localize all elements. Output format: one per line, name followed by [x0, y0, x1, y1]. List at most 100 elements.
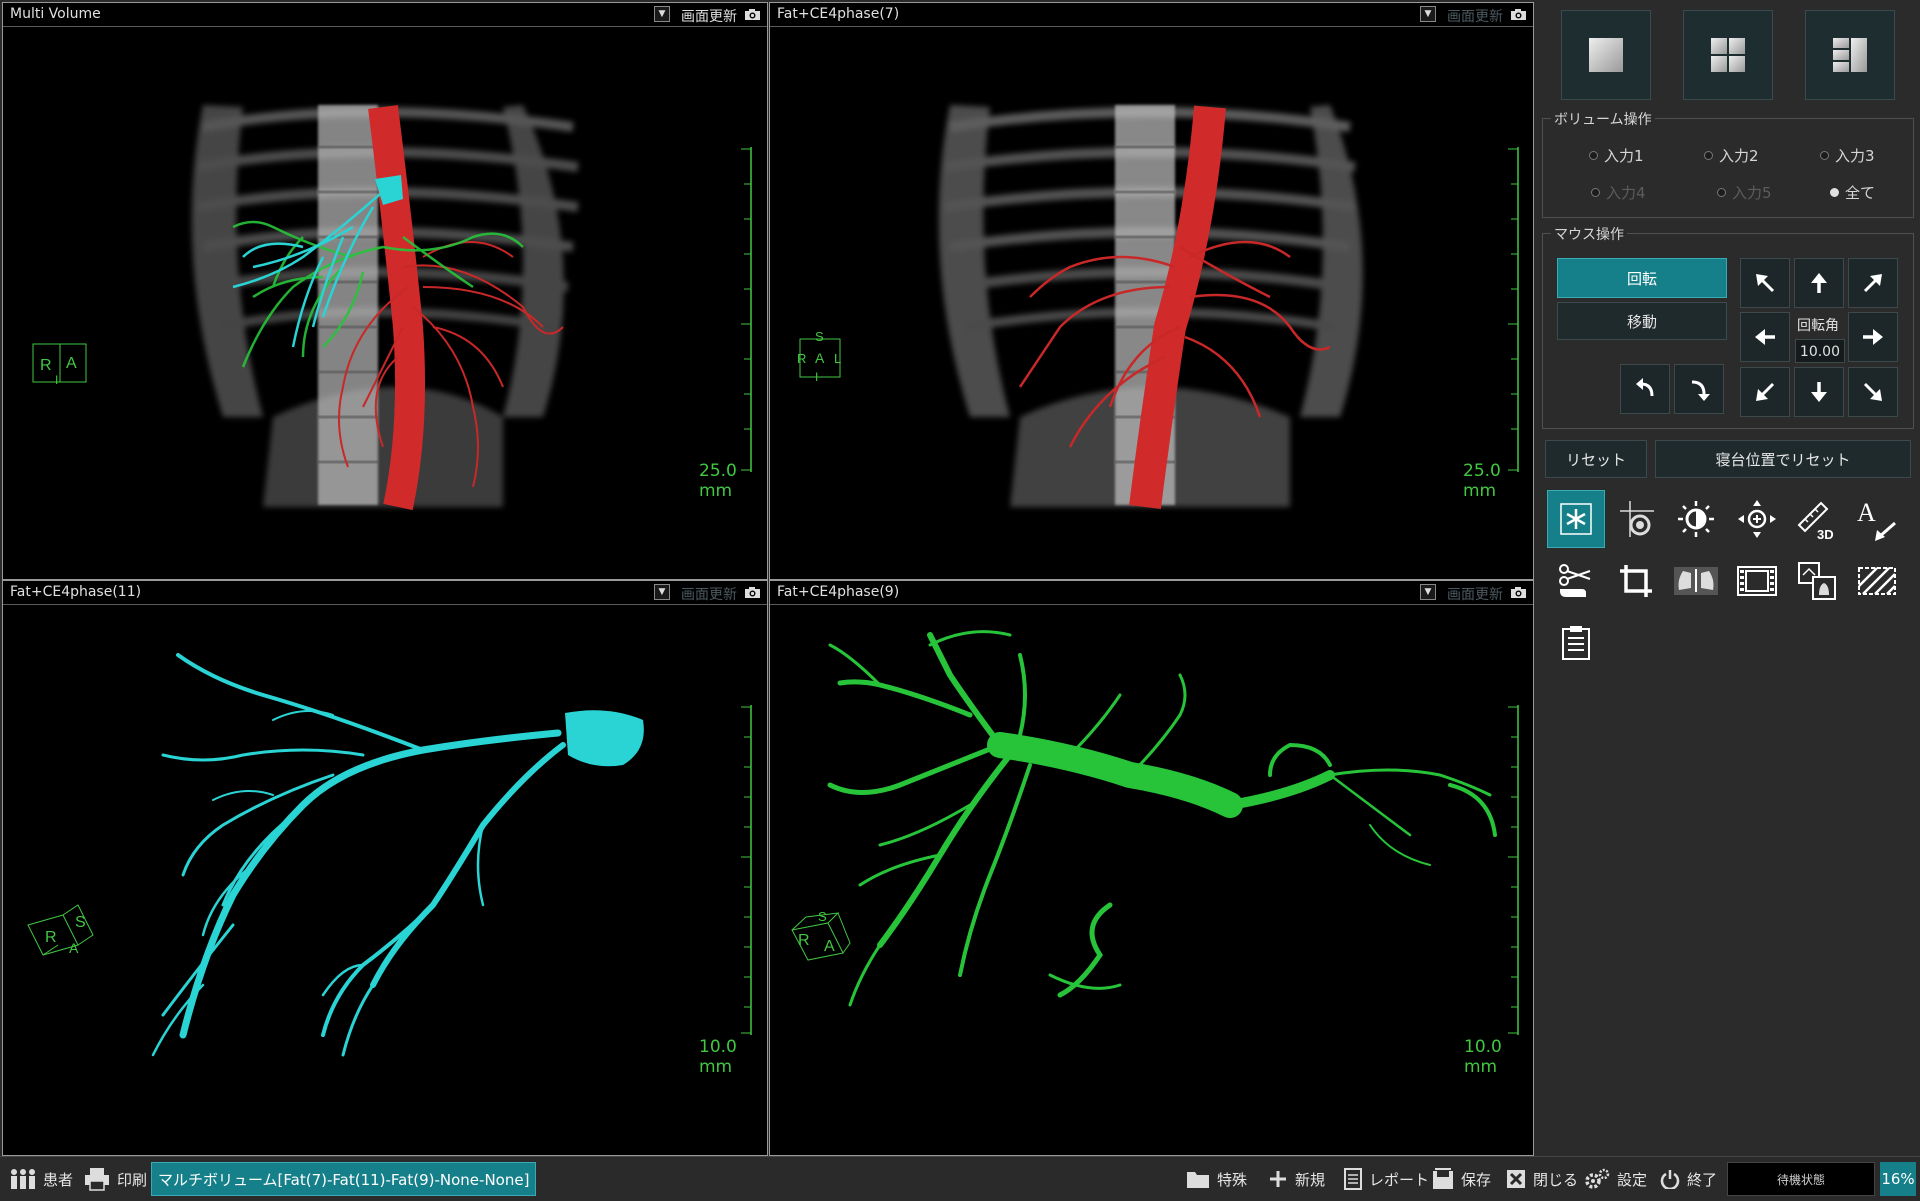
new-button[interactable]: 新規 — [1268, 1157, 1325, 1201]
reset-button[interactable]: リセット — [1545, 440, 1647, 478]
radio-input2[interactable]: 入力2 — [1704, 145, 1759, 166]
radio-input5[interactable]: 入力5 — [1717, 182, 1772, 203]
rotation-angle-input[interactable]: 10.00 — [1795, 339, 1845, 363]
viewport-menu-dropdown[interactable]: ▼ — [1420, 584, 1436, 600]
save-label: 保存 — [1461, 1170, 1492, 1189]
crosshair-rotate-icon — [1620, 501, 1654, 537]
render-area[interactable]: R S A 10.0 mm — [770, 605, 1533, 1155]
refresh-button[interactable]: 画面更新 — [681, 6, 737, 26]
active-task-tab[interactable]: マルチボリューム[Fat(7)-Fat(11)-Fat(9)-None-None… — [151, 1162, 537, 1196]
arrow-down-icon — [1811, 382, 1827, 402]
annotation-tool-button[interactable]: A — [1848, 490, 1906, 548]
gear-icon — [1585, 1168, 1610, 1189]
lung-tool-button[interactable] — [1667, 552, 1725, 610]
orient-label: S — [818, 909, 827, 924]
clipboard-icon — [1562, 626, 1590, 660]
save-button[interactable]: 保存 — [1432, 1157, 1491, 1201]
special-button[interactable]: 特殊 — [1186, 1157, 1247, 1201]
camera-icon[interactable] — [744, 8, 761, 21]
patient-button[interactable]: 患者 — [10, 1157, 73, 1201]
print-button[interactable]: 印刷 — [84, 1157, 147, 1201]
viewport-menu-dropdown[interactable]: ▼ — [1420, 6, 1436, 22]
status-indicator: 待機状態 — [1727, 1162, 1875, 1196]
radio-input3[interactable]: 入力3 — [1820, 145, 1875, 166]
taskbar: 患者 印刷 マルチボリューム[Fat(7)-Fat(11)-Fat(9)-Non… — [0, 1156, 1920, 1200]
rotate-cw-button[interactable] — [1674, 364, 1724, 414]
arrow-down-right-button[interactable] — [1848, 367, 1898, 417]
camera-icon[interactable] — [1510, 8, 1527, 21]
render-area[interactable]: R S A 10.0 mm — [3, 605, 767, 1155]
viewport-menu-dropdown[interactable]: ▼ — [654, 584, 670, 600]
measure-3d-tool-button[interactable]: 3D — [1788, 490, 1846, 548]
layout-single-icon — [1589, 38, 1623, 72]
arrow-down-left-button[interactable] — [1740, 367, 1790, 417]
exit-label: 終了 — [1687, 1170, 1718, 1189]
printer-icon — [85, 1168, 109, 1191]
layout-split-icon — [1833, 38, 1867, 72]
mask-tool-button[interactable] — [1848, 552, 1906, 610]
arrow-up-left-button[interactable] — [1740, 258, 1790, 308]
arrow-down-button[interactable] — [1794, 367, 1844, 417]
viewport-multi-volume[interactable]: Multi Volume ▼ 画面更新 R A I 25.0 mm — [2, 2, 768, 580]
render-area[interactable]: S R A L I 25.0 mm — [770, 27, 1533, 579]
window-level-tool-button[interactable] — [1667, 490, 1725, 548]
reset-bed-position-button[interactable]: 寝台位置でリセット — [1655, 440, 1911, 478]
report-clipboard-button[interactable] — [1547, 614, 1605, 672]
radio-input1[interactable]: 入力1 — [1589, 145, 1644, 166]
arrow-up-icon — [1811, 273, 1827, 293]
new-label: 新規 — [1295, 1170, 1326, 1189]
orient-label: R — [798, 932, 810, 949]
app-window: Multi Volume ▼ 画面更新 R A I 25.0 mm Fat+CE… — [0, 0, 1920, 1200]
orient-label: L — [834, 351, 841, 366]
cyan-vessel-tree — [151, 653, 566, 1057]
rotate-ccw-button[interactable] — [1620, 364, 1670, 414]
render-area[interactable]: R A I 25.0 mm — [3, 27, 767, 579]
camera-icon[interactable] — [744, 586, 761, 599]
arrow-left-button[interactable] — [1740, 312, 1790, 362]
radio-all[interactable]: 全て — [1830, 182, 1875, 203]
plus-icon — [1270, 1171, 1286, 1187]
special-label: 特殊 — [1217, 1170, 1248, 1189]
close-button[interactable]: 閉じる — [1506, 1157, 1578, 1201]
orient-label: R — [40, 357, 52, 374]
viewport-menu-dropdown[interactable]: ▼ — [654, 6, 670, 22]
patient-icon — [11, 1169, 35, 1189]
image-compare-tool-button[interactable] — [1788, 552, 1846, 610]
close-label: 閉じる — [1533, 1170, 1579, 1189]
orient-label: I — [55, 373, 58, 387]
crosshair-rotate-tool-button[interactable] — [1607, 490, 1665, 548]
refresh-button[interactable]: 画面更新 — [1447, 6, 1503, 26]
orient-label: A — [66, 355, 77, 372]
rotate-button[interactable]: 回転 — [1557, 258, 1727, 298]
settings-button[interactable]: 設定 — [1584, 1157, 1647, 1201]
orient-label: S — [75, 914, 86, 931]
layout-quad-button[interactable] — [1683, 10, 1773, 100]
layout-single-button[interactable] — [1561, 10, 1651, 100]
report-button[interactable]: レポート — [1344, 1157, 1429, 1201]
refresh-button[interactable]: 画面更新 — [681, 584, 737, 604]
radio-input4[interactable]: 入力4 — [1591, 182, 1646, 203]
zoom-pan-tool-button[interactable] — [1728, 490, 1786, 548]
viewport-ce4phase-7[interactable]: Fat+CE4phase(7) ▼ 画面更新 S R A L I 25.0 mm — [769, 2, 1534, 580]
arrow-right-button[interactable] — [1848, 312, 1898, 362]
select-tool-button[interactable] — [1547, 490, 1605, 548]
move-button[interactable]: 移動 — [1557, 302, 1727, 340]
camera-icon[interactable] — [1510, 586, 1527, 599]
arrow-down-right-icon — [1863, 382, 1882, 401]
crop-tool-button[interactable] — [1607, 552, 1665, 610]
viewport-ce4phase-9[interactable]: Fat+CE4phase(9) ▼ 画面更新 R S A 10.0 mm — [769, 580, 1534, 1156]
layout-split-button[interactable] — [1805, 10, 1895, 100]
cut-tool-button[interactable] — [1547, 552, 1605, 610]
orientation-cube: S R A L I — [797, 329, 841, 384]
scale-label: 25.0 mm — [699, 461, 737, 501]
viewport-header: Fat+CE4phase(7) ▼ 画面更新 — [770, 3, 1533, 27]
refresh-button[interactable]: 画面更新 — [1447, 584, 1503, 604]
movie-tool-button[interactable] — [1728, 552, 1786, 610]
viewport-ce4phase-11[interactable]: Fat+CE4phase(11) ▼ 画面更新 R S A 10.0 mm — [2, 580, 768, 1156]
arrow-up-right-icon — [1863, 274, 1882, 293]
exit-button[interactable]: 終了 — [1660, 1157, 1717, 1201]
arrow-up-button[interactable] — [1794, 258, 1844, 308]
viewport-title: Fat+CE4phase(7) — [777, 6, 900, 22]
scale-label: 10.0 mm — [1464, 1037, 1502, 1077]
arrow-up-right-button[interactable] — [1848, 258, 1898, 308]
